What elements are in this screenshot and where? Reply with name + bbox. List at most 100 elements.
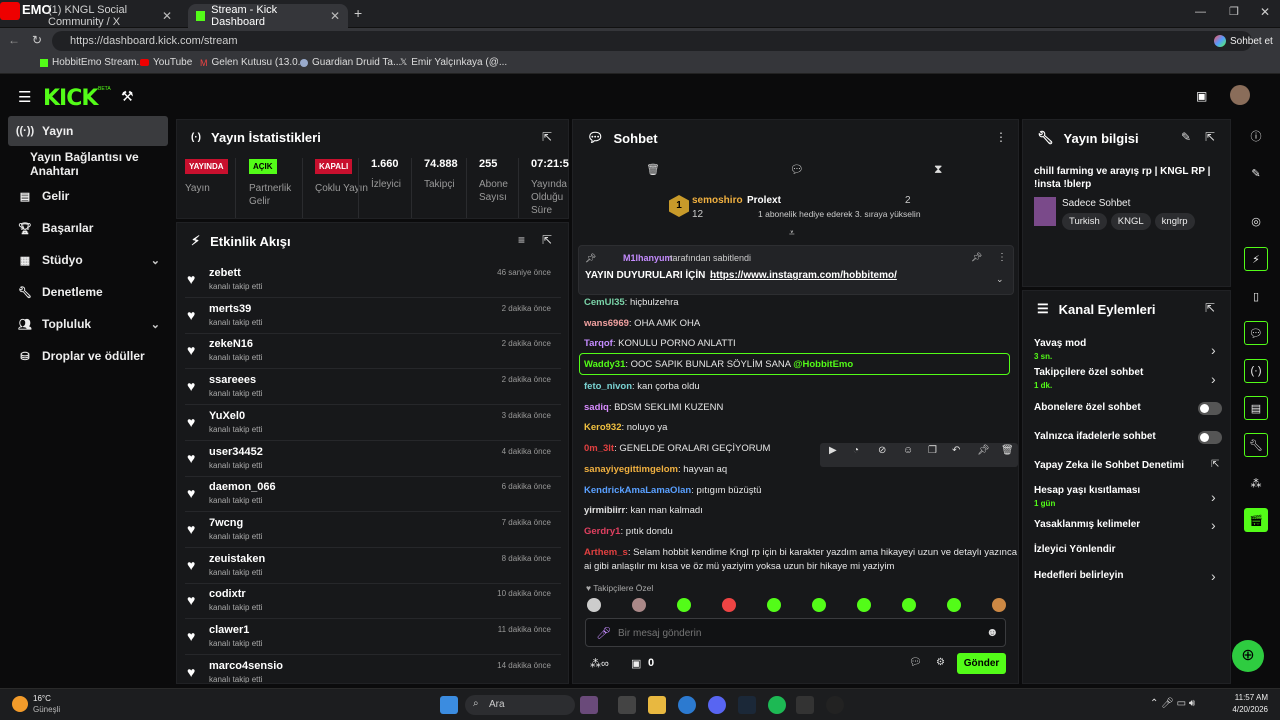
popout-icon[interactable]: ⇱	[542, 130, 552, 144]
activity-user[interactable]: zebett	[209, 267, 241, 279]
chat-username[interactable]: Kero932	[584, 422, 622, 433]
emote-icon[interactable]	[587, 598, 601, 612]
edit-icon[interactable]: ✎	[1181, 130, 1191, 144]
new-tab-icon[interactable]: +	[354, 5, 362, 21]
activity-row[interactable]: ♥ codixtr kanalı takip etti 10 dakika önce	[185, 583, 561, 620]
collapse-icon[interactable]: ⩡	[789, 228, 795, 239]
undo-icon[interactable]: ↶	[952, 445, 960, 456]
activity-row[interactable]: ♥ zeuistaken kanalı takip etti 8 dakika önc…	[185, 548, 561, 584]
url-field[interactable]: https://dashboard.kick.com/stream	[52, 31, 1252, 51]
activity-user[interactable]: ssareees	[209, 374, 256, 386]
channel-action-item[interactable]: İzleyici Yönlendir	[1034, 544, 1116, 555]
chat-icon[interactable]: 💬︎	[1244, 321, 1268, 345]
chat-message[interactable]: KendrickAmaLamaOlan: pıtıgım büzüştü	[584, 485, 761, 496]
bookmark-item[interactable]: YouTube	[140, 57, 192, 68]
menu-icon[interactable]: ☰	[18, 88, 31, 106]
minimize-icon[interactable]: —	[1195, 6, 1206, 18]
tab-kick[interactable]: Stream - Kick Dashboard ✕	[188, 4, 348, 28]
settings-icon[interactable]: ⚙	[936, 657, 945, 668]
pin-icon[interactable]: 📌︎	[977, 445, 990, 456]
spotify-icon[interactable]	[768, 696, 786, 714]
pinned-link[interactable]: https://www.instagram.com/hobbitemo/	[710, 270, 897, 281]
more-icon[interactable]: ⋮	[995, 130, 1007, 144]
chat-bubble-icon[interactable]: 💬︎	[909, 657, 922, 668]
chat-message[interactable]: sadiq: BDSM SEKLIMI KUZENN	[584, 402, 723, 413]
chat-username[interactable]: sadiq	[584, 402, 609, 413]
emote-icon[interactable]	[812, 598, 826, 612]
chat-message[interactable]: yirmibiirr: kan man kalmadı	[584, 505, 703, 516]
emote-icon[interactable]	[677, 598, 691, 612]
sidebar-item-studyo[interactable]: ▦ Stüdyo ⌄	[8, 245, 168, 275]
sidebar-item-denetleme[interactable]: 🔧︎ Denetleme	[8, 277, 168, 307]
obs-icon[interactable]	[826, 696, 844, 714]
emote-icon[interactable]	[722, 598, 736, 612]
bolt-icon[interactable]: ⚡︎	[1244, 247, 1268, 271]
windows-start-icon[interactable]	[440, 696, 458, 714]
discord-icon[interactable]	[708, 696, 726, 714]
chat-message[interactable]: wans6969: OHA AMK OHA	[584, 318, 700, 329]
window-close-icon[interactable]: ✕	[1260, 5, 1270, 19]
channel-action-item[interactable]: Yavaş mod 3 sn.	[1034, 338, 1086, 361]
unpin-icon[interactable]: 📌︎	[971, 252, 982, 263]
chat-username[interactable]: KendrickAmaLamaOlan	[584, 485, 691, 496]
emote-icon[interactable]	[992, 598, 1006, 612]
chevron-right-icon[interactable]: ›	[1211, 568, 1216, 584]
emote-icon[interactable]: ☺	[903, 445, 913, 456]
chevron-right-icon[interactable]: ›	[1211, 517, 1216, 533]
activity-user[interactable]: YuXel0	[209, 410, 245, 422]
delete-icon[interactable]: 🗑︎	[1001, 445, 1014, 456]
info-icon[interactable]: ⓘ	[1244, 124, 1268, 148]
trash-icon[interactable]: 🗑︎	[646, 163, 660, 176]
chat-username[interactable]: sanayiyegittimgelom	[584, 464, 678, 475]
chat-username[interactable]: CemUl35	[584, 297, 625, 308]
chat-message[interactable]: Gerdry1: pıtık dondu	[584, 526, 673, 537]
play-icon[interactable]: ▶	[829, 445, 837, 456]
chevron-right-icon[interactable]: ›	[1211, 342, 1216, 358]
emote-icon[interactable]	[632, 598, 646, 612]
hourglass-icon[interactable]: ⧗	[934, 162, 942, 177]
gift-icon[interactable]: ▣	[631, 657, 641, 670]
chat-input[interactable]	[618, 624, 968, 642]
emote-icon[interactable]	[767, 598, 781, 612]
edit-icon[interactable]: ✎	[1244, 161, 1268, 185]
taskbar-search[interactable]: Ara	[465, 695, 575, 715]
chat-username[interactable]: 0m_3lt	[584, 443, 614, 454]
chat-username[interactable]: wans6969	[584, 318, 629, 329]
broadcast-icon[interactable]: (·)	[1244, 359, 1268, 383]
channel-action-item[interactable]: Abonelere özel sohbet	[1034, 402, 1141, 413]
document-icon[interactable]: ▯	[1244, 284, 1268, 308]
emote-icon[interactable]	[947, 598, 961, 612]
popout-icon[interactable]: ⇱	[1205, 130, 1215, 144]
activity-user[interactable]: user34452	[209, 446, 263, 458]
activity-user[interactable]: daemon_066	[209, 481, 276, 493]
filter-icon[interactable]: ≡	[518, 233, 525, 247]
ban-icon[interactable]: ⊘	[878, 445, 886, 456]
tray-icons[interactable]: ⌃ 🎤︎ ▭ 🔊︎	[1150, 698, 1195, 709]
drops-icon[interactable]: ⁂	[1244, 471, 1268, 495]
activity-row[interactable]: ♥ daemon_066 kanalı takip etti 6 dakika önc…	[185, 476, 561, 513]
activity-user[interactable]: marco4sensio	[209, 660, 283, 672]
activity-row[interactable]: ♥ YuXel0 kanalı takip etti 3 dakika önce	[185, 405, 561, 441]
bookmark-item[interactable]: Guardian Druid Ta...	[300, 57, 401, 68]
kicks-icon[interactable]: ⁂∞	[590, 657, 609, 670]
bookmark-item[interactable]: M Gelen Kutusu (13.0...	[200, 57, 306, 68]
second-gifter-name[interactable]: Prolext	[747, 195, 781, 206]
timeout-icon[interactable]: ◔	[853, 445, 859, 456]
activity-user[interactable]: codixtr	[209, 588, 246, 600]
tab-x[interactable]: (1) KNGL Social Community / X ✕	[40, 4, 180, 28]
pin-icon[interactable]: ⚒	[121, 88, 134, 105]
close-icon[interactable]: ✕	[162, 9, 172, 23]
back-icon[interactable]: ←	[8, 33, 20, 47]
chat-message[interactable]: Kero932: noluyo ya	[584, 422, 667, 433]
external-link-icon[interactable]: ⇱	[1211, 459, 1219, 470]
bookmark-item[interactable]: 𝕏 Emir Yalçınkaya (@...	[400, 57, 507, 68]
chat-username[interactable]: yirmibiirr	[584, 505, 625, 516]
sidebar-item-gelir[interactable]: ▤ Gelir	[8, 181, 168, 211]
emote-icon[interactable]	[902, 598, 916, 612]
chat-message[interactable]: Arthem_s: Selam hobbit kendime Kngl rp i…	[584, 546, 1017, 574]
activity-user[interactable]: clawer1	[209, 624, 249, 636]
emoji-icon[interactable]: ☻	[986, 625, 999, 639]
mic-icon[interactable]: 🎤︎	[596, 626, 611, 640]
activity-user[interactable]: zekeN16	[209, 338, 253, 350]
channel-action-item[interactable]: Yapay Zeka ile Sohbet Denetimi	[1034, 460, 1184, 471]
